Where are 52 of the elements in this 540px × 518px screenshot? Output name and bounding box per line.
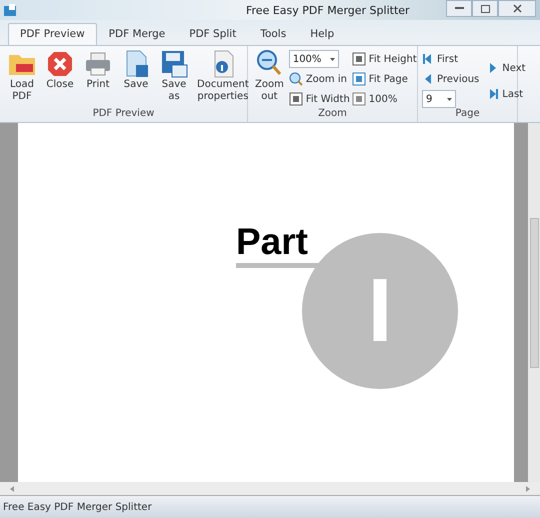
ribbon-tab[interactable]: PDF Split (177, 23, 248, 45)
first-page-button[interactable]: First (422, 50, 480, 68)
group-label: Page (454, 108, 481, 121)
ribbon-button[interactable]: Save as (156, 49, 192, 108)
zoom-in-icon (288, 72, 303, 86)
scroll-right-icon[interactable] (526, 486, 530, 492)
horizontal-scrollbar[interactable] (0, 482, 540, 496)
ribbon-tab[interactable]: Tools (248, 23, 298, 45)
group-label: PDF Preview (92, 108, 156, 121)
zoom-combo[interactable]: 100% (288, 50, 339, 68)
close-button[interactable] (498, 0, 536, 17)
fit-page-icon (352, 72, 366, 86)
maximize-button[interactable] (472, 0, 498, 17)
part-numeral: I (367, 266, 392, 356)
group-label: Zoom (317, 108, 348, 121)
vertical-scrollbar[interactable] (528, 123, 540, 482)
ribbon-button[interactable]: Print (80, 49, 116, 108)
dropdown-caret-icon (447, 98, 452, 100)
part-heading: Part (236, 221, 308, 263)
maximize-icon (480, 4, 490, 12)
next-page-button[interactable]: Next (487, 59, 526, 77)
fit-page-button[interactable]: Fit Page (352, 70, 417, 88)
fit-width-icon (288, 92, 303, 106)
floppy-disk-icon (159, 49, 189, 79)
ribbon-button[interactable]: Document properties (194, 49, 252, 108)
minimize-icon (454, 7, 464, 10)
fit-height-icon (352, 52, 366, 66)
ribbon-tab[interactable]: Help (298, 23, 346, 45)
ribbon-tab[interactable]: PDF Merge (96, 23, 178, 45)
fit-width-button[interactable]: Fit Width (288, 90, 350, 108)
ribbon-button[interactable]: Save (118, 49, 154, 108)
scroll-left-icon[interactable] (10, 486, 14, 492)
status-text: Free Easy PDF Merger Splitter (3, 502, 152, 512)
minimize-button[interactable] (446, 0, 472, 17)
ribbon-tab[interactable]: PDF Preview (8, 23, 97, 45)
fit-height-button[interactable]: Fit Height (352, 50, 417, 68)
app-icon (4, 4, 16, 16)
page-combo[interactable]: 9 (422, 90, 456, 108)
first-icon (422, 53, 434, 65)
actual-size-icon (352, 92, 366, 106)
ribbon-button[interactable]: Load PDF (4, 49, 40, 108)
actual-size-button[interactable]: 100% (352, 90, 417, 108)
zoom-in-button[interactable]: Zoom in (288, 70, 350, 88)
previous-page-button[interactable]: Previous (422, 70, 480, 88)
close-icon (45, 49, 75, 79)
dropdown-caret-icon (330, 58, 335, 60)
zoom-out-button[interactable]: Zoom out (252, 49, 287, 108)
last-icon (487, 88, 500, 100)
close-icon (512, 4, 522, 13)
last-page-button[interactable]: Last (487, 85, 526, 103)
window-title: Free Easy PDF Merger Splitter (246, 4, 410, 16)
ribbon-button[interactable]: Close (42, 49, 78, 108)
